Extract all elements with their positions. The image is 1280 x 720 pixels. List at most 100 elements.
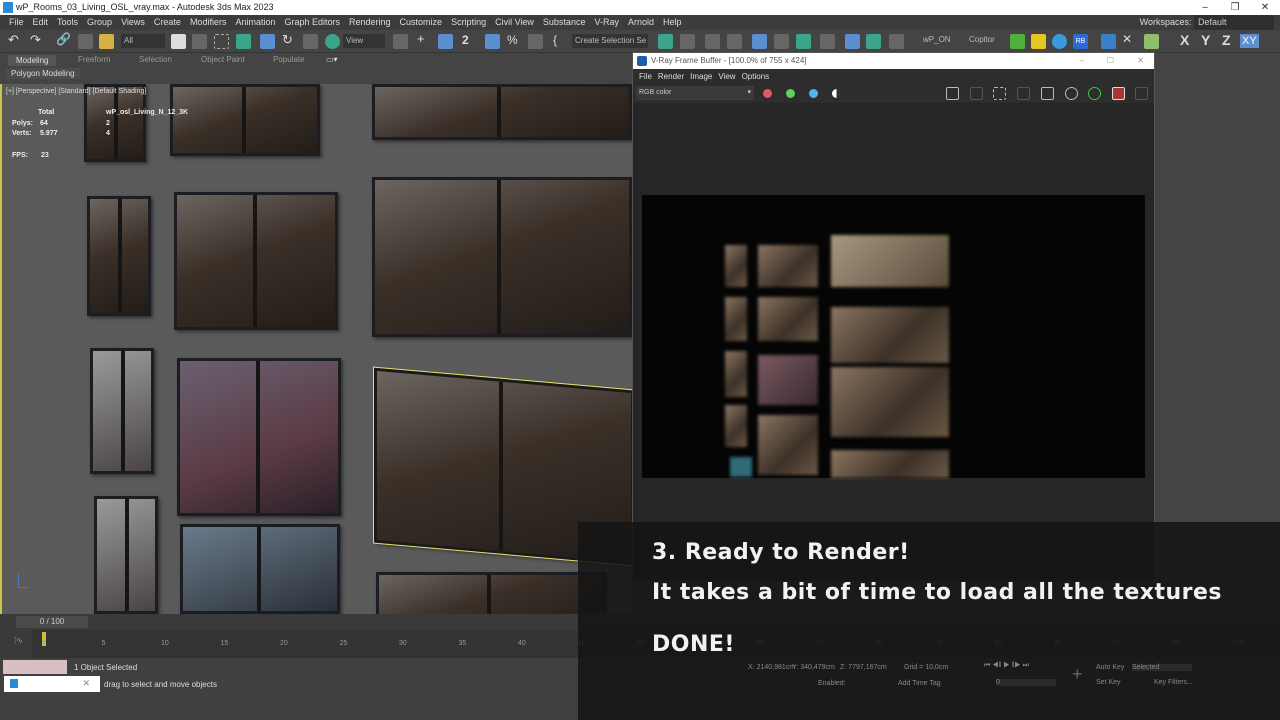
compare-icon[interactable] [1017, 87, 1030, 100]
angle-snap-icon[interactable] [485, 34, 500, 49]
region-render-icon[interactable] [993, 87, 1006, 100]
tab-object-paint[interactable]: Object Paint [201, 55, 245, 64]
select-object-icon[interactable] [171, 34, 186, 49]
vfb-menu-image[interactable]: Image [690, 72, 712, 81]
warning-icon[interactable] [1031, 34, 1046, 49]
menu-substance[interactable]: Substance [543, 17, 586, 27]
time-slider[interactable]: 0 / 100 [16, 616, 88, 628]
vfb-menu-render[interactable]: Render [658, 72, 684, 81]
spinner-snap-icon[interactable] [528, 34, 543, 49]
rb-icon[interactable]: RB [1073, 34, 1088, 49]
playback-controls[interactable]: ⏮ ◀‖ ▶ ‖▶ ⏭ [984, 662, 1029, 670]
curve-editor-toggle-icon[interactable]: ⁞∿ [14, 636, 23, 645]
placement-icon[interactable] [325, 34, 340, 49]
tab-selection[interactable]: Selection [139, 55, 172, 64]
menu-help[interactable]: Help [663, 17, 682, 27]
align-icon[interactable] [680, 34, 695, 49]
menu-arnold[interactable]: Arnold [628, 17, 654, 27]
green-channel-toggle[interactable] [786, 89, 795, 98]
menu-animation[interactable]: Animation [235, 17, 275, 27]
save-image-icon[interactable] [946, 87, 959, 100]
rendered-frame-window-icon[interactable] [866, 34, 881, 49]
taskbar-thumbnail[interactable]: ✕ [4, 676, 100, 692]
set-key-large-icon[interactable]: + [1072, 664, 1083, 685]
menu-edit[interactable]: Edit [33, 17, 49, 27]
window-crossing-icon[interactable] [236, 34, 251, 49]
channel-dropdown[interactable]: RGB color ▾ [636, 86, 754, 100]
menu-customize[interactable]: Customize [400, 17, 443, 27]
coord-x-value[interactable]: 2140,981cm [757, 664, 796, 671]
workspace-selector[interactable]: Workspaces: Default [1130, 15, 1274, 30]
vfb-menu-file[interactable]: File [639, 72, 652, 81]
tab-freeform[interactable]: Freeform [78, 55, 110, 64]
polygon-modeling-panel[interactable]: Polygon Modeling [6, 68, 80, 79]
dope-sheet-icon[interactable] [796, 34, 811, 49]
current-frame-field[interactable]: 0 [996, 679, 1056, 686]
manipulate-icon[interactable]: + [417, 31, 432, 46]
axis-y-button[interactable]: Y [1201, 32, 1210, 48]
stop-render-icon[interactable] [1135, 87, 1148, 100]
scene-explorer-icon[interactable] [705, 34, 720, 49]
curve-editor-icon[interactable] [774, 34, 789, 49]
chevrons-icon[interactable] [1010, 34, 1025, 49]
layer-explorer-icon[interactable] [727, 34, 742, 49]
menu-file[interactable]: File [9, 17, 24, 27]
viewport-label[interactable]: [+] [Perspective] [Standard] [Default Sh… [6, 88, 146, 95]
menu-rendering[interactable]: Rendering [349, 17, 391, 27]
perspective-viewport[interactable]: [+] [Perspective] [Standard] [Default Sh… [0, 84, 632, 614]
set-key-button[interactable]: Set Key [1096, 679, 1121, 686]
rotate-icon[interactable]: ↻ [282, 32, 297, 47]
ribbon-toggle-icon[interactable] [752, 34, 767, 49]
axis-xy-button[interactable]: XY [1240, 34, 1259, 48]
menu-scripting[interactable]: Scripting [451, 17, 486, 27]
red-channel-toggle[interactable] [763, 89, 772, 98]
undo-icon[interactable]: ↶ [8, 32, 23, 47]
mirror-icon[interactable] [658, 34, 673, 49]
blue-channel-toggle[interactable] [809, 89, 818, 98]
coord-z-value[interactable]: 7797,167cm [848, 664, 887, 671]
workspace-value[interactable]: Default [1194, 15, 1274, 30]
link-icon[interactable]: 🔗 [56, 32, 71, 47]
coord-y-value[interactable]: 340,479cm [800, 664, 835, 671]
vfb-close-button[interactable]: ✕ [1137, 53, 1144, 69]
menu-graph-editors[interactable]: Graph Editors [284, 17, 340, 27]
menu-views[interactable]: Views [121, 17, 145, 27]
menu-group[interactable]: Group [87, 17, 112, 27]
axis-z-button[interactable]: Z [1222, 32, 1231, 48]
selection-filter-dropdown[interactable]: All [121, 34, 165, 48]
bind-spacewarp-icon[interactable] [99, 34, 114, 49]
rc-icon[interactable] [1101, 34, 1116, 49]
redo-icon[interactable]: ↷ [30, 32, 45, 47]
wp-on-button[interactable]: wP_ON [923, 35, 951, 44]
vfb-maximize-button[interactable]: ☐ [1107, 53, 1114, 69]
keyboard-shortcut-icon[interactable] [438, 34, 453, 49]
percent-snap-icon[interactable]: % [507, 33, 522, 48]
tools-icon[interactable]: ✕ [1122, 32, 1137, 47]
auto-key-button[interactable]: Auto Key [1096, 664, 1124, 671]
ribbon-options-icon[interactable]: ▭▾ [326, 55, 338, 64]
script-icon[interactable] [1052, 34, 1067, 49]
pivot-icon[interactable] [393, 34, 408, 49]
schematic-view-icon[interactable] [820, 34, 835, 49]
select-by-name-icon[interactable] [192, 34, 207, 49]
scale-icon[interactable] [303, 34, 318, 49]
tab-populate[interactable]: Populate [273, 55, 305, 64]
key-filters-button[interactable]: Key Filters... [1154, 679, 1193, 686]
menu-vray[interactable]: V-Ray [594, 17, 619, 27]
rect-selection-icon[interactable] [214, 34, 229, 49]
render-teapot-icon[interactable] [889, 34, 904, 49]
tab-modeling[interactable]: Modeling [8, 55, 57, 66]
unlink-icon[interactable] [78, 34, 93, 49]
render-teapot-icon[interactable] [1112, 87, 1125, 100]
minimize-button[interactable]: – [1190, 0, 1220, 15]
close-button[interactable]: ✕ [1250, 0, 1280, 15]
menu-modifiers[interactable]: Modifiers [190, 17, 227, 27]
move-icon[interactable] [260, 34, 275, 49]
shield-icon[interactable] [1065, 87, 1078, 100]
named-selection-dropdown[interactable]: Create Selection Se [572, 34, 648, 48]
edit-named-selection-icon[interactable]: { [553, 33, 568, 48]
render-setup-icon[interactable] [845, 34, 860, 49]
menu-tools[interactable]: Tools [57, 17, 78, 27]
refresh-render-icon[interactable] [1088, 87, 1101, 100]
alpha-channel-toggle[interactable] [832, 89, 841, 98]
